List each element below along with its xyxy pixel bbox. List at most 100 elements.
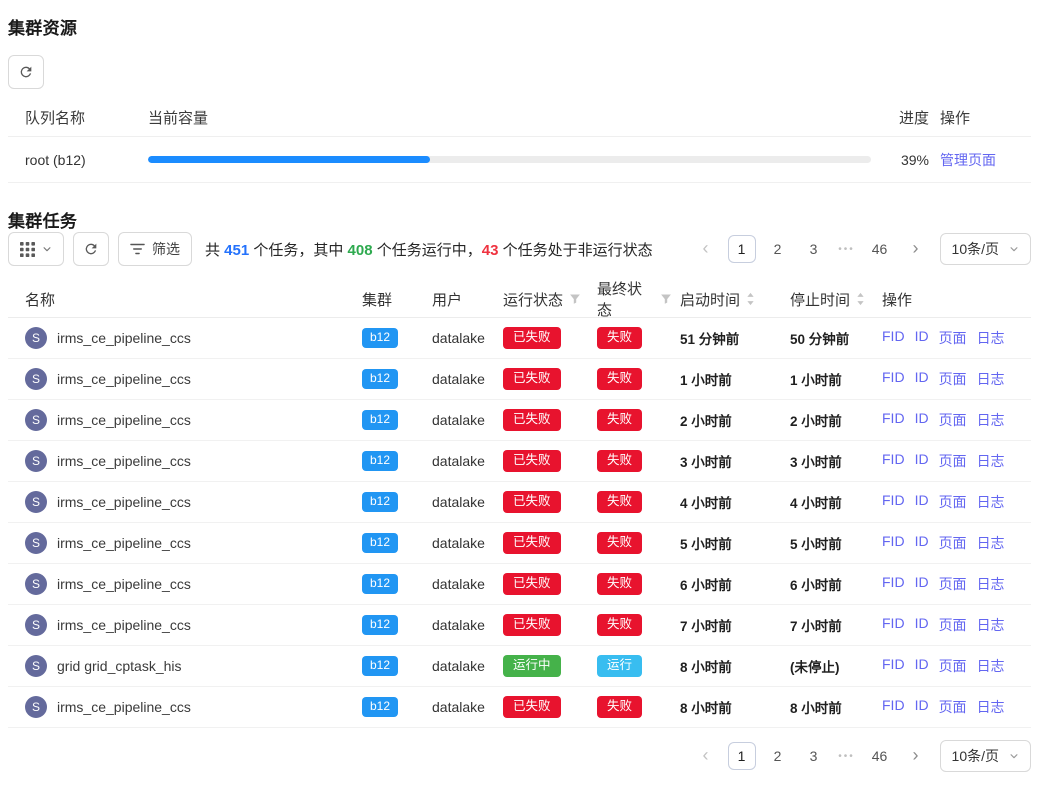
pagination-page-2[interactable]: 2 [764,235,792,263]
table-row: Sirms_ce_pipeline_ccs b12 datalake 已失败 失… [8,318,1031,359]
pagination-ellipsis[interactable]: ••• [836,751,858,762]
id-link[interactable]: ID [915,451,929,471]
start-time: 4 小时前 [672,492,782,512]
user-cell: datalake [424,494,495,510]
fid-link[interactable]: FID [882,574,905,594]
id-link[interactable]: ID [915,615,929,635]
final-status-badge: 失败 [597,327,642,350]
page-size-label: 10条/页 [952,239,999,259]
user-cell: datalake [424,699,495,715]
start-time: 8 小时前 [672,697,782,717]
fid-link[interactable]: FID [882,615,905,635]
page-link[interactable]: 页面 [939,410,967,430]
page-link[interactable]: 页面 [939,328,967,348]
page-link[interactable]: 页面 [939,697,967,717]
filter-funnel-icon[interactable] [569,293,581,305]
page-size-select[interactable]: 10条/页 [940,233,1031,265]
avatar: S [25,532,47,554]
page-link[interactable]: 页面 [939,451,967,471]
chevron-down-icon [42,244,52,254]
pagination-page-46[interactable]: 46 [866,235,894,263]
final-status-badge: 失败 [597,368,642,391]
page-link[interactable]: 页面 [939,492,967,512]
page-size-label: 10条/页 [952,746,999,766]
pagination-page-3[interactable]: 3 [800,742,828,770]
id-link[interactable]: ID [915,328,929,348]
avatar: S [25,491,47,513]
log-link[interactable]: 日志 [977,492,1005,512]
log-link[interactable]: 日志 [977,697,1005,717]
table-row: Sirms_ce_pipeline_ccs b12 datalake 已失败 失… [8,605,1031,646]
id-link[interactable]: ID [915,656,929,676]
task-name: irms_ce_pipeline_ccs [57,699,191,715]
fid-link[interactable]: FID [882,533,905,553]
fid-link[interactable]: FID [882,451,905,471]
id-link[interactable]: ID [915,369,929,389]
page-size-select[interactable]: 10条/页 [940,740,1031,772]
page-link[interactable]: 页面 [939,656,967,676]
filter-button-label: 筛选 [152,239,180,259]
cluster-tag: b12 [362,410,398,430]
progress-fill [148,156,430,163]
column-settings-button[interactable] [8,232,64,266]
resources-table-row: root (b12) 39% 管理页面 [8,137,1031,183]
pagination-next-button[interactable]: › [902,235,930,263]
user-cell: datalake [424,617,495,633]
pagination-prev-button[interactable]: ‹ [692,235,720,263]
user-cell: datalake [424,658,495,674]
page-link[interactable]: 页面 [939,533,967,553]
manage-page-link[interactable]: 管理页面 [940,152,996,168]
header-current-capacity: 当前容量 [148,107,871,128]
filter-button[interactable]: 筛选 [118,232,192,266]
pagination-next-button[interactable]: › [902,742,930,770]
log-link[interactable]: 日志 [977,533,1005,553]
page-link[interactable]: 页面 [939,574,967,594]
user-cell: datalake [424,576,495,592]
log-link[interactable]: 日志 [977,574,1005,594]
fid-link[interactable]: FID [882,656,905,676]
log-link[interactable]: 日志 [977,615,1005,635]
fid-link[interactable]: FID [882,492,905,512]
refresh-icon [18,64,34,80]
id-link[interactable]: ID [915,410,929,430]
tasks-refresh-button[interactable] [73,232,109,266]
log-link[interactable]: 日志 [977,328,1005,348]
fid-link[interactable]: FID [882,369,905,389]
stop-time: 8 小时前 [782,697,874,717]
sorter-icon[interactable] [746,292,755,306]
avatar: S [25,450,47,472]
id-link[interactable]: ID [915,492,929,512]
pagination-page-46[interactable]: 46 [866,742,894,770]
avatar: S [25,327,47,349]
resources-refresh-button[interactable] [8,55,44,89]
log-link[interactable]: 日志 [977,451,1005,471]
fid-link[interactable]: FID [882,697,905,717]
page-link[interactable]: 页面 [939,369,967,389]
fid-link[interactable]: FID [882,328,905,348]
pagination-ellipsis[interactable]: ••• [836,244,858,255]
nonrunning-count: 43 [482,242,499,259]
fid-link[interactable]: FID [882,410,905,430]
start-time: 51 分钟前 [672,328,782,348]
page-link[interactable]: 页面 [939,615,967,635]
stop-time: 6 小时前 [782,574,874,594]
id-link[interactable]: ID [915,574,929,594]
avatar: S [25,696,47,718]
filter-funnel-icon[interactable] [660,293,672,305]
pagination-page-1[interactable]: 1 [728,235,756,263]
log-link[interactable]: 日志 [977,410,1005,430]
pagination-prev-button[interactable]: ‹ [692,742,720,770]
pagination-page-2[interactable]: 2 [764,742,792,770]
log-link[interactable]: 日志 [977,656,1005,676]
pagination-page-1[interactable]: 1 [728,742,756,770]
avatar: S [25,614,47,636]
id-link[interactable]: ID [915,697,929,717]
final-status-badge: 失败 [597,491,642,514]
sorter-icon[interactable] [856,292,865,306]
id-link[interactable]: ID [915,533,929,553]
pagination-page-3[interactable]: 3 [800,235,828,263]
stop-time: 2 小时前 [782,410,874,430]
final-status-badge: 运行 [597,655,642,678]
log-link[interactable]: 日志 [977,369,1005,389]
header-cluster: 集群 [354,289,424,310]
